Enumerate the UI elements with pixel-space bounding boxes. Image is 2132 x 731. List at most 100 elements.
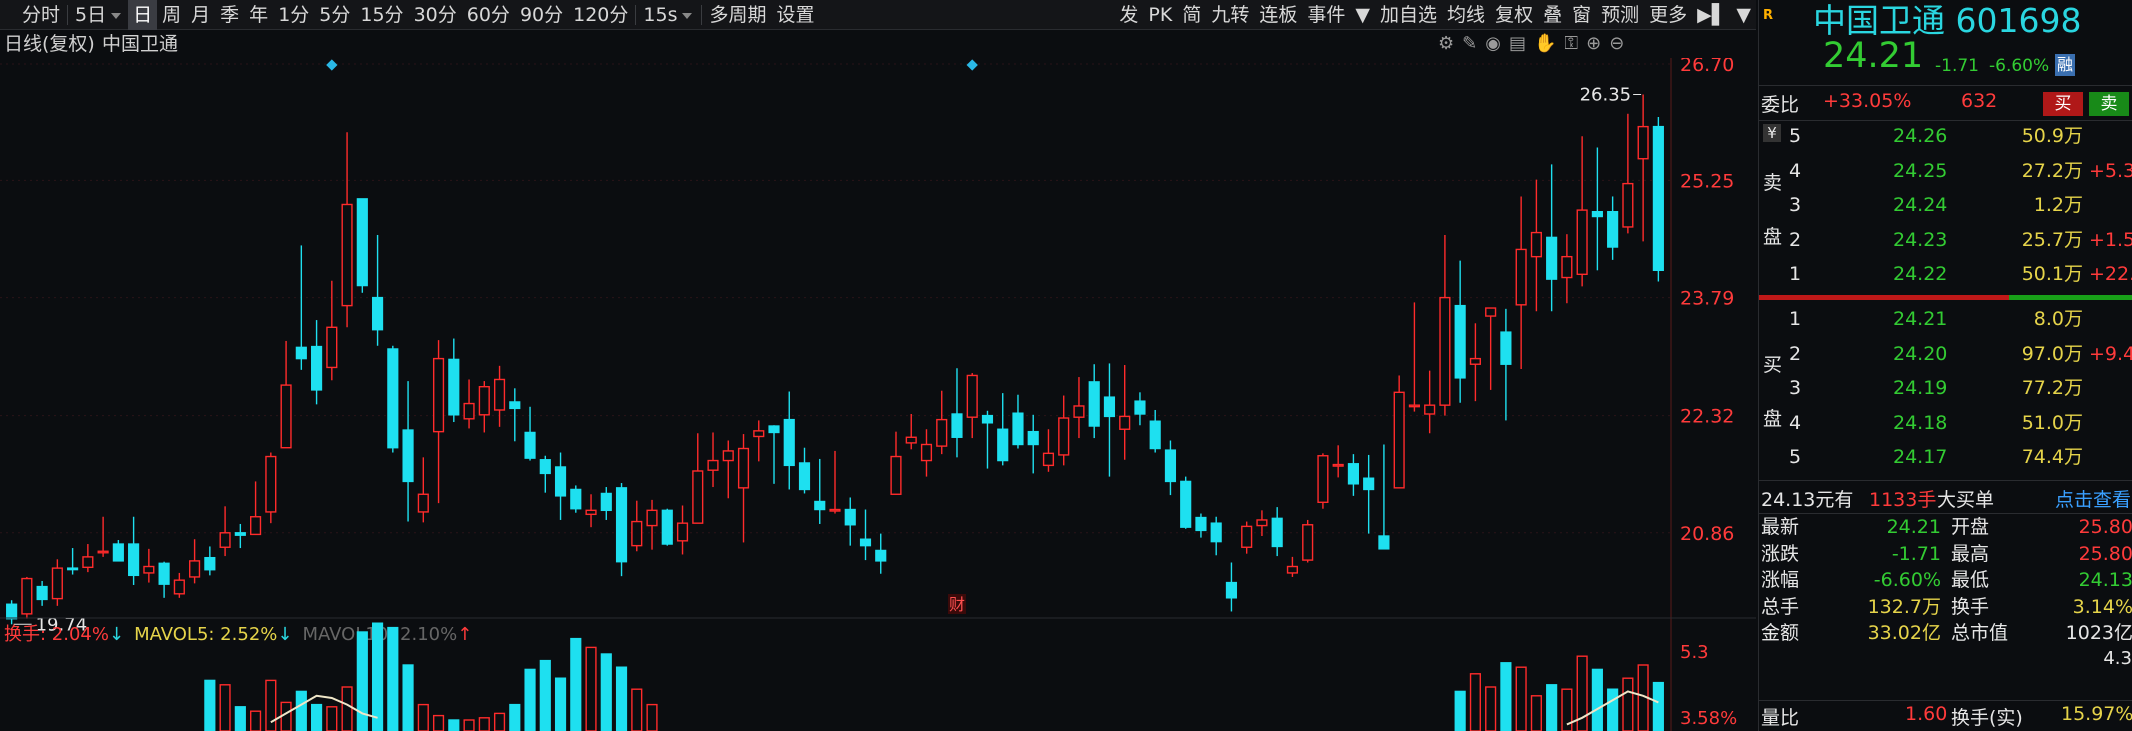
quote-pct: -6.60% bbox=[1989, 56, 2050, 76]
toolbar-action-14[interactable]: ▶▌ bbox=[1692, 0, 1731, 30]
period-tab-4[interactable]: 月 bbox=[186, 0, 215, 30]
toolbar-action-4[interactable]: 连板 bbox=[1254, 0, 1302, 30]
toolbar-action-1[interactable]: PK bbox=[1143, 0, 1177, 30]
zoom-in-icon[interactable]: ⊕ bbox=[1586, 30, 1601, 58]
volume-bar bbox=[509, 703, 521, 731]
candle-body bbox=[875, 549, 887, 562]
finance-marker[interactable]: 财 bbox=[949, 595, 965, 614]
period-tab-10[interactable]: 30分 bbox=[409, 0, 462, 30]
period-tab-12[interactable]: 90分 bbox=[515, 0, 568, 30]
liangbi-value: 1.60 bbox=[1905, 703, 1948, 725]
candle[interactable] bbox=[1317, 453, 1329, 509]
chart-mode-label[interactable]: 日线(复权) bbox=[4, 30, 95, 58]
settings-gear-icon[interactable]: ⚙ bbox=[1438, 30, 1454, 58]
volume-bar bbox=[356, 631, 368, 731]
stat-value: 24.21 bbox=[1886, 516, 1941, 538]
volume-bar bbox=[615, 666, 628, 731]
bid-strength-bar bbox=[2009, 295, 2132, 300]
candle[interactable] bbox=[570, 485, 582, 513]
toolbar-action-8[interactable]: 均线 bbox=[1442, 0, 1490, 30]
candle[interactable] bbox=[661, 508, 673, 546]
stat-row: 金额 33.02亿 总市值 1023亿 bbox=[1759, 620, 2132, 647]
volume-bar bbox=[1607, 688, 1619, 731]
toolbar-action-5[interactable]: 事件 bbox=[1302, 0, 1350, 30]
period-tab-5[interactable]: 季 bbox=[215, 0, 244, 30]
period-tab-3[interactable]: 周 bbox=[157, 0, 186, 30]
volume-bar bbox=[1469, 673, 1481, 731]
zoom-out-icon[interactable]: ⊖ bbox=[1609, 30, 1624, 58]
period-tab-14[interactable]: 15s bbox=[638, 0, 699, 30]
stat-value: -6.60% bbox=[1873, 569, 1941, 591]
candle[interactable] bbox=[265, 452, 277, 524]
candle-body bbox=[1652, 125, 1664, 272]
candle[interactable] bbox=[1652, 116, 1664, 282]
candle-body bbox=[859, 538, 872, 547]
candle-body bbox=[1134, 400, 1146, 415]
period-tab-16[interactable]: 设置 bbox=[771, 0, 819, 30]
toolbar-action-13[interactable]: 更多 bbox=[1644, 0, 1692, 30]
toolbar-action-7[interactable]: 加自选 bbox=[1375, 0, 1442, 30]
candle[interactable] bbox=[1393, 375, 1405, 489]
hand-icon[interactable]: ✋ bbox=[1534, 30, 1556, 58]
legend-mavol5_arrow: ↓ bbox=[277, 624, 292, 645]
sell-button[interactable]: 卖 bbox=[2089, 92, 2129, 116]
toolbar-action-11[interactable]: 窗 bbox=[1567, 0, 1596, 30]
toolbar-action-15[interactable]: ▼ bbox=[1731, 0, 1756, 30]
toolbar-action-3[interactable]: 九转 bbox=[1206, 0, 1254, 30]
stat-label: 总手 bbox=[1761, 595, 1800, 618]
period-tab-15[interactable]: 多周期 bbox=[704, 0, 771, 30]
candle-body bbox=[966, 374, 978, 418]
candle[interactable] bbox=[615, 483, 628, 577]
level-price: 24.21 bbox=[1893, 308, 1948, 330]
eye-icon[interactable]: ◉ bbox=[1485, 30, 1501, 58]
candle-body bbox=[1210, 522, 1222, 543]
market-tag: 融 bbox=[2055, 54, 2075, 76]
lock-icon[interactable]: ⚿ bbox=[1564, 30, 1578, 58]
draw-pen-icon[interactable]: ✎ bbox=[1462, 30, 1477, 58]
candle-body bbox=[1637, 125, 1649, 160]
candle-body bbox=[356, 198, 368, 287]
candle-body bbox=[646, 509, 658, 527]
indicator-legend: 换手: 2.04%↓ MAVOL5: 2.52%↓ MAVOL10: 2.10%↑ bbox=[4, 624, 472, 645]
period-tab-2[interactable]: 日 bbox=[128, 0, 158, 30]
candle-body bbox=[814, 500, 826, 511]
candle-body bbox=[570, 488, 582, 510]
toolbar-action-10[interactable]: 叠 bbox=[1538, 0, 1567, 30]
toolbar-action-12[interactable]: 预测 bbox=[1596, 0, 1644, 30]
weicha-value: 632 bbox=[1961, 90, 1998, 112]
candle[interactable] bbox=[21, 576, 33, 619]
turnover-real-value: 15.97% bbox=[2061, 703, 2132, 725]
candle[interactable] bbox=[1302, 519, 1314, 563]
period-tab-13[interactable]: 120分 bbox=[568, 0, 633, 30]
candle-body bbox=[36, 585, 48, 601]
buy-button[interactable]: 买 bbox=[2043, 92, 2083, 116]
stat-value: 132.7万 bbox=[1867, 595, 1941, 618]
period-tab-7[interactable]: 1分 bbox=[273, 0, 314, 30]
big-order-text: 24.13元有 bbox=[1761, 489, 1854, 511]
candle-body bbox=[676, 522, 689, 542]
toolbar-action-2[interactable]: 简 bbox=[1177, 0, 1206, 30]
level-price: 24.17 bbox=[1893, 446, 1948, 468]
level-price: 24.23 bbox=[1893, 228, 1948, 251]
candle-body bbox=[1286, 565, 1299, 574]
kline-chart[interactable]: 26.7025.2523.7922.3220.8626.3519.74财换手: … bbox=[0, 58, 1756, 731]
toolbar-action-0[interactable]: 发 bbox=[1114, 0, 1143, 30]
period-tab-1[interactable]: 5日 bbox=[70, 0, 128, 30]
volume-bar bbox=[1591, 668, 1603, 731]
volume-bar bbox=[554, 677, 567, 731]
period-tab-9[interactable]: 15分 bbox=[355, 0, 408, 30]
candle-body bbox=[1424, 404, 1436, 415]
toolbar-action-9[interactable]: 复权 bbox=[1490, 0, 1538, 30]
view-big-order-link[interactable]: 点击查看 bbox=[2055, 485, 2131, 512]
period-tab-8[interactable]: 5分 bbox=[314, 0, 355, 30]
candle[interactable] bbox=[1180, 476, 1192, 529]
period-tab-11[interactable]: 60分 bbox=[462, 0, 515, 30]
trash-icon[interactable]: ▤ bbox=[1509, 30, 1526, 58]
candle[interactable] bbox=[356, 198, 368, 293]
period-tab-6[interactable]: 年 bbox=[244, 0, 273, 30]
candle[interactable] bbox=[387, 345, 399, 453]
candle-body bbox=[234, 532, 246, 536]
toolbar-action-6[interactable]: ▼ bbox=[1350, 0, 1375, 30]
candle-body bbox=[295, 346, 307, 360]
period-tab-0[interactable]: 分时 bbox=[0, 0, 65, 30]
